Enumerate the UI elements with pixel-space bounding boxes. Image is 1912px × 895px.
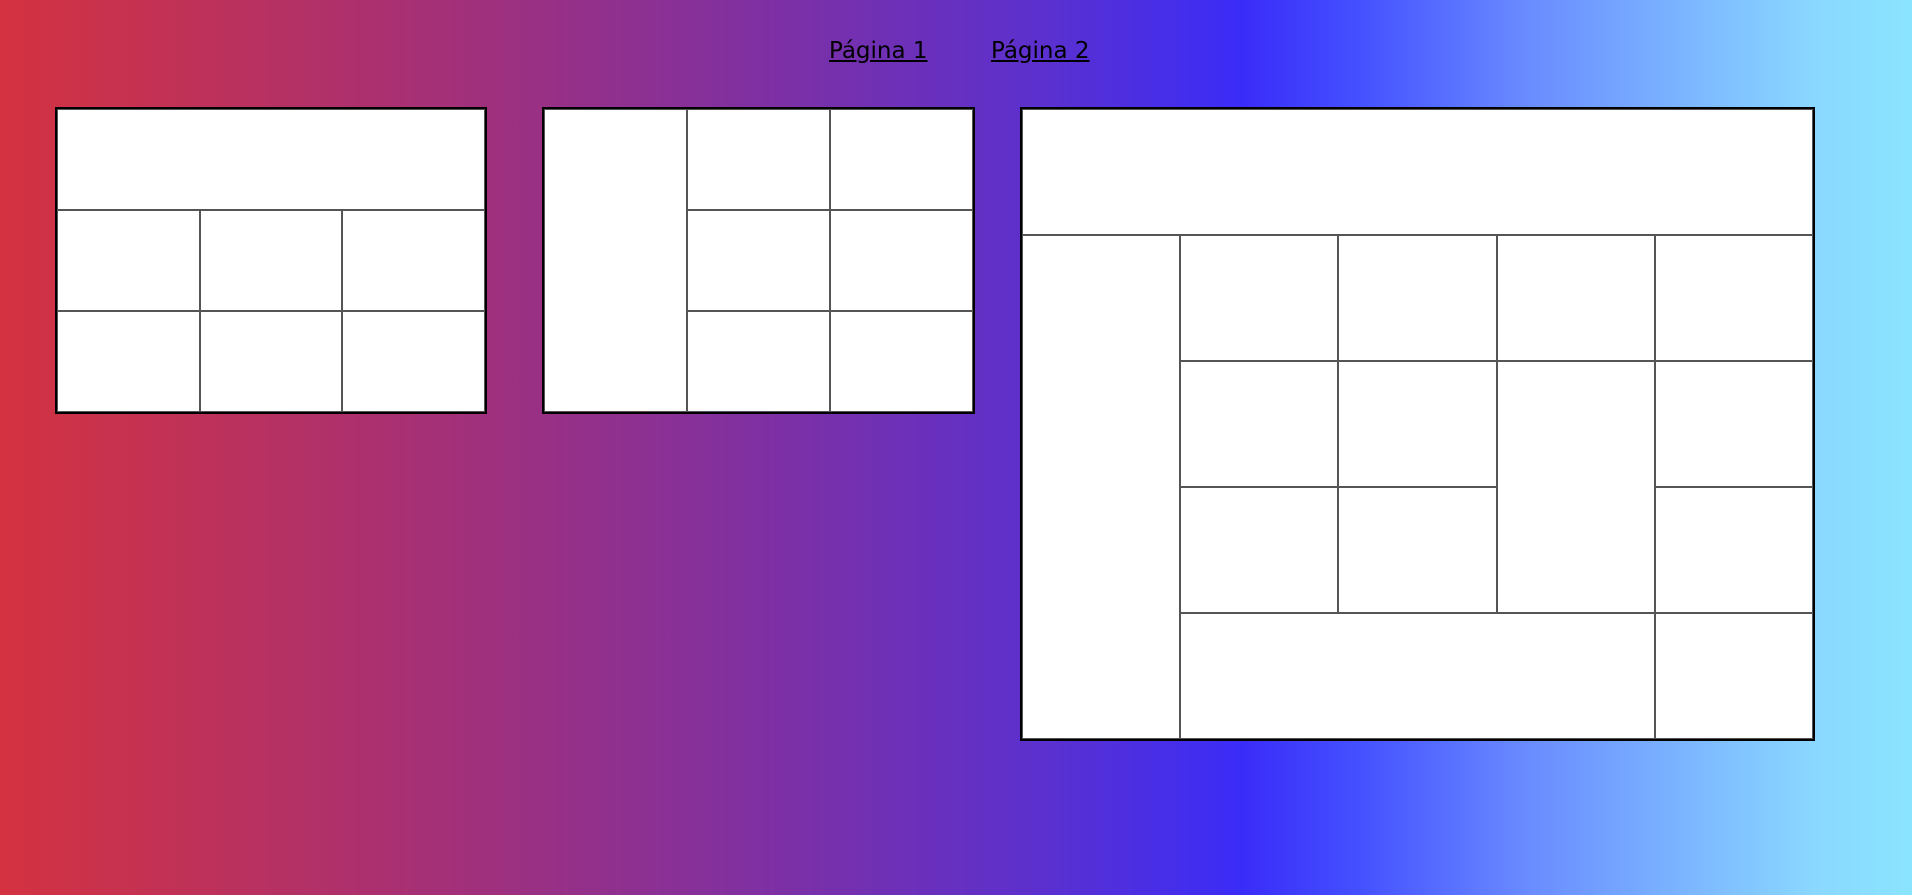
grid-2-cell	[830, 210, 973, 311]
grid-1-cell	[57, 311, 200, 412]
grid-2-cell	[687, 311, 830, 412]
grid-1-cell	[199, 311, 343, 412]
grid-2-cell	[830, 311, 973, 412]
grid-1-header-cell	[57, 109, 485, 210]
grid-3-cell	[1338, 487, 1497, 613]
grid-layout-3	[1020, 107, 1815, 741]
grid-3-cell	[1654, 235, 1813, 361]
grid-2-cell	[830, 109, 973, 210]
nav-link-pagina-1[interactable]: Página 1	[829, 38, 928, 64]
grid-1-cell	[57, 210, 200, 311]
grid-3-cell	[1654, 487, 1813, 613]
grid-3-footer-cell	[1180, 613, 1655, 739]
grid-3-cell	[1338, 235, 1497, 361]
grid-1-cell	[199, 210, 343, 311]
grid-layout-2	[542, 107, 975, 414]
grid-3-cell	[1654, 613, 1813, 739]
grid-1-cell	[342, 311, 485, 412]
top-navigation: Página 1 Página 2	[0, 38, 1912, 68]
nav-link-pagina-2[interactable]: Página 2	[991, 38, 1090, 64]
grid-2-sidebar-cell	[544, 109, 687, 412]
grid-layout-1	[55, 107, 487, 414]
grid-3-header-cell	[1022, 109, 1813, 235]
grid-3-cell	[1654, 361, 1813, 487]
grid-2-cell	[687, 109, 830, 210]
grid-3-cell	[1180, 361, 1339, 487]
grid-3-cell	[1496, 235, 1655, 361]
grid-3-cell	[1180, 487, 1339, 613]
grid-1-cell	[342, 210, 485, 311]
grid-3-sidebar-cell	[1022, 235, 1181, 739]
grid-3-tall-cell	[1496, 361, 1655, 613]
grid-3-cell	[1180, 235, 1339, 361]
grid-3-cell	[1338, 361, 1497, 487]
grid-2-cell	[687, 210, 830, 311]
